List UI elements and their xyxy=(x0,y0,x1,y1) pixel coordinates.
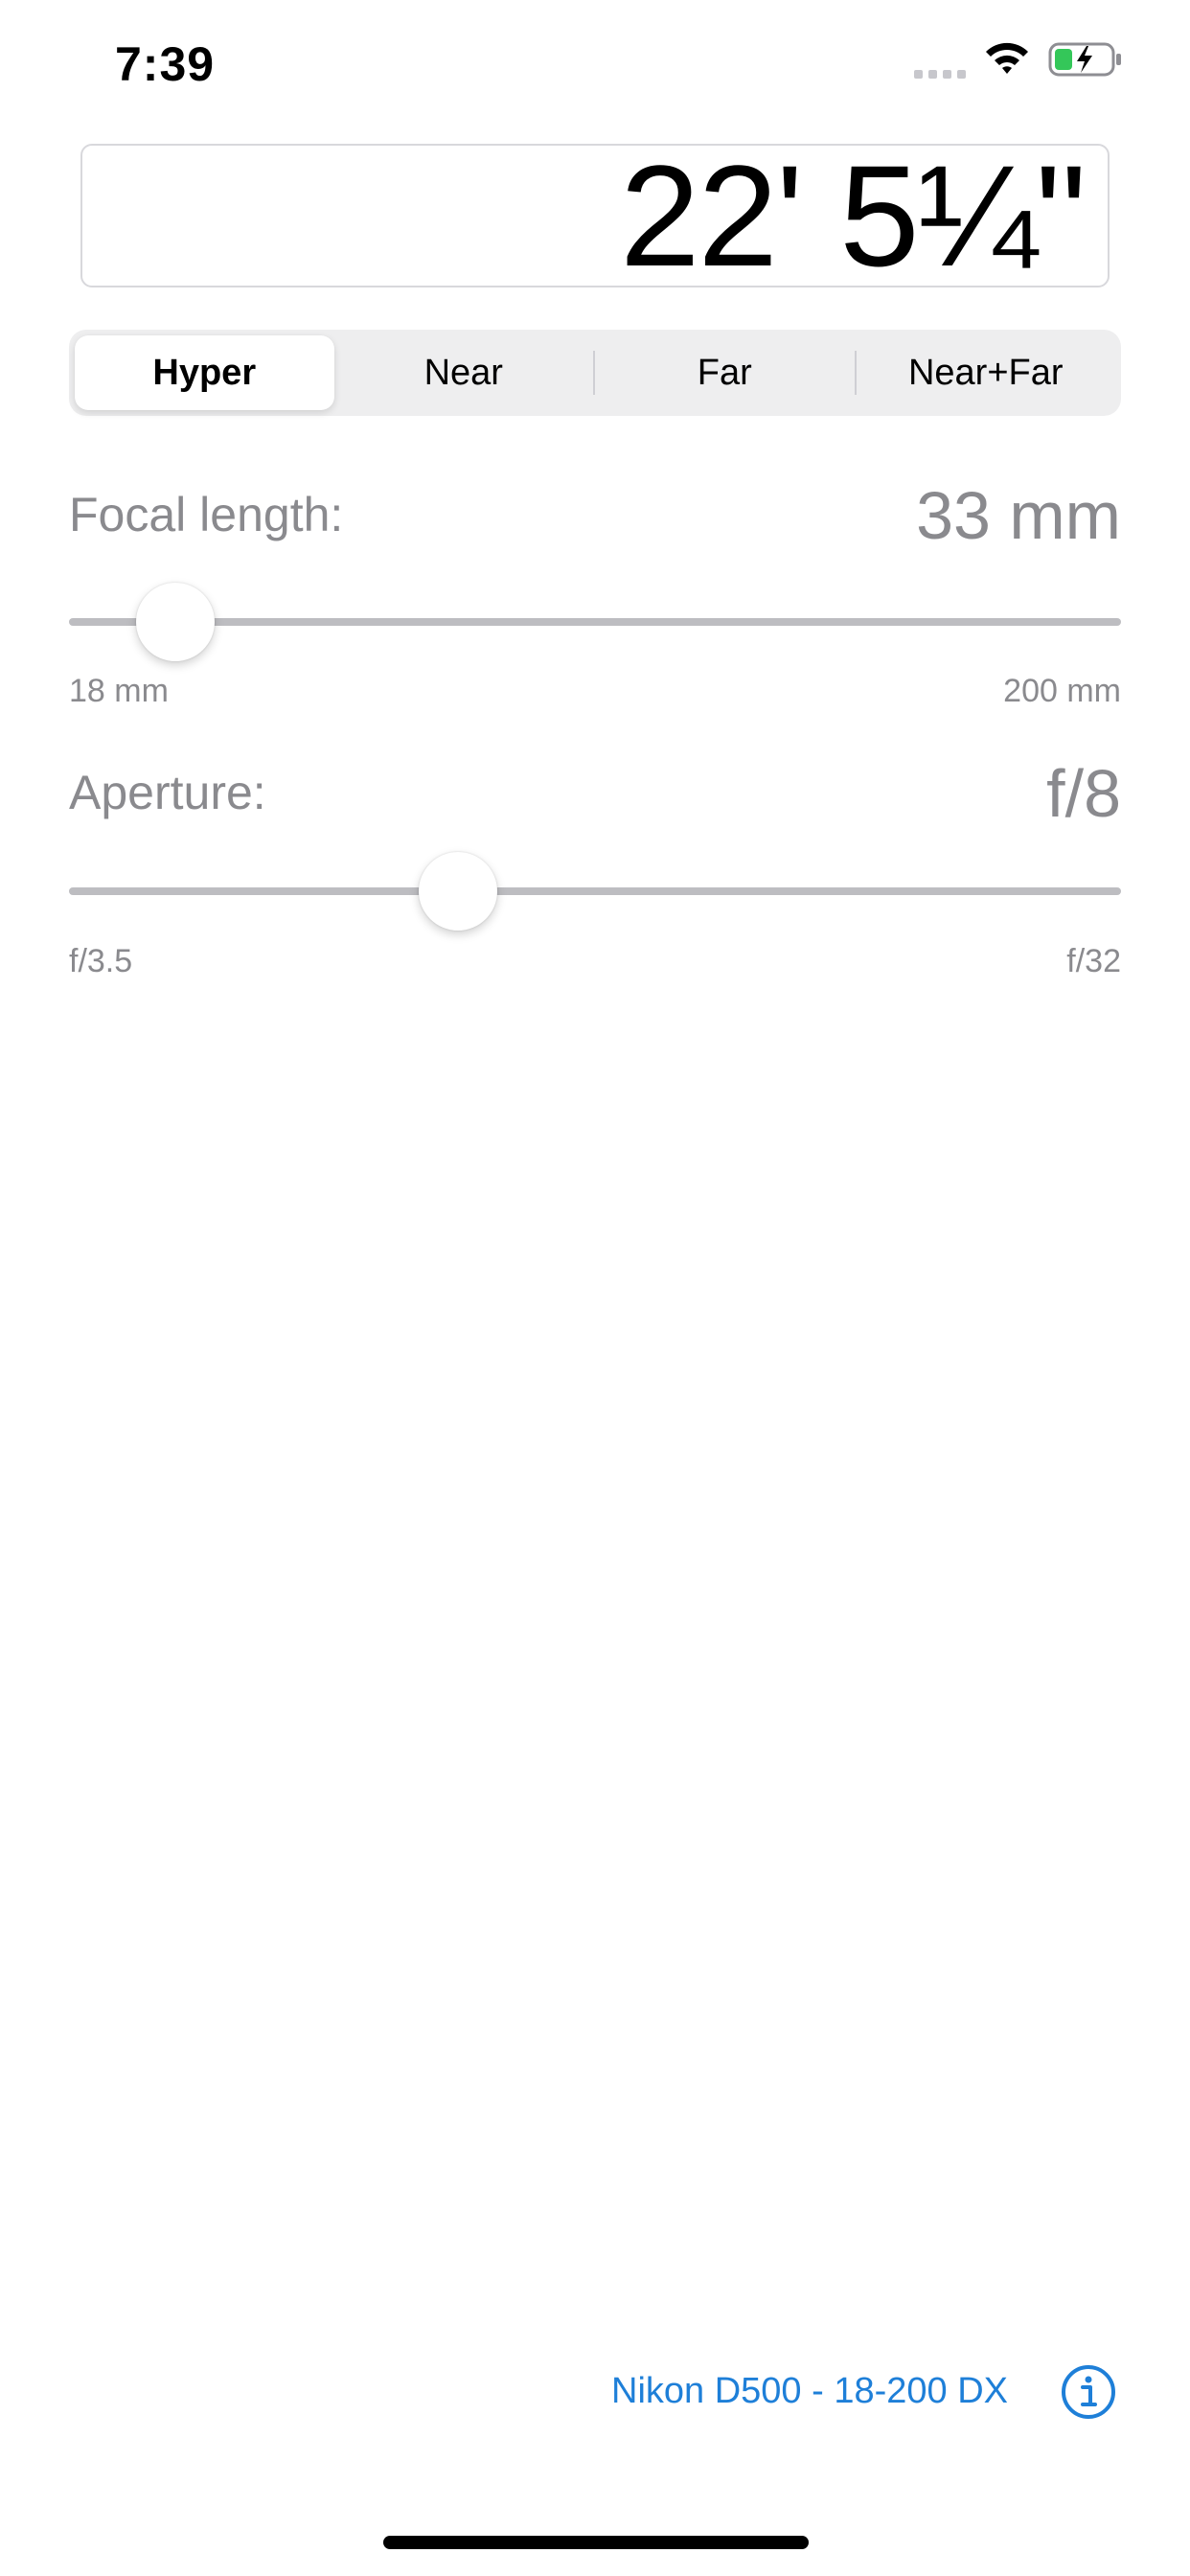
tab-label: Hyper xyxy=(152,352,257,393)
home-indicator xyxy=(383,2536,809,2549)
battery-charging-icon xyxy=(1048,42,1121,77)
aperture-label: Aperture: xyxy=(69,766,266,819)
result-display: 22' 5¼" xyxy=(80,144,1110,288)
tab-label: Near xyxy=(423,352,503,393)
camera-lens-selector-link[interactable]: Nikon D500 - 18-200 DX xyxy=(611,2371,1008,2412)
tab-near-far[interactable]: Near+Far xyxy=(857,335,1116,410)
info-icon[interactable] xyxy=(1060,2363,1117,2421)
hyperfocal-distance-value: 22' 5¼" xyxy=(620,135,1087,296)
focal-length-label: Focal length: xyxy=(69,488,344,541)
focal-length-value: 33 mm xyxy=(916,478,1121,553)
focal-length-min-label: 18 mm xyxy=(69,673,169,709)
status-icons xyxy=(914,40,1123,79)
tab-label: Near+Far xyxy=(907,352,1064,393)
tab-far[interactable]: Far xyxy=(595,335,855,410)
mode-segmented-control: Hyper Near Far Near+Far xyxy=(69,330,1121,416)
aperture-max-label: f/32 xyxy=(1066,943,1121,979)
wifi-icon xyxy=(986,42,1028,74)
signal-icon xyxy=(914,40,966,79)
aperture-value: f/8 xyxy=(1046,756,1121,831)
tab-hyper[interactable]: Hyper xyxy=(75,335,334,410)
aperture-slider[interactable] xyxy=(69,887,1121,895)
tab-near[interactable]: Near xyxy=(334,335,594,410)
tab-label: Far xyxy=(697,352,752,393)
focal-length-slider-thumb[interactable] xyxy=(136,583,216,661)
aperture-slider-thumb[interactable] xyxy=(419,852,498,931)
status-time: 7:39 xyxy=(115,37,216,91)
aperture-min-label: f/3.5 xyxy=(69,943,133,979)
depth-of-field-screen: 7:39 22' 5¼" Hyper Near Far Near+Far Foc… xyxy=(0,0,1190,2576)
focal-length-max-label: 200 mm xyxy=(1003,673,1121,709)
focal-length-slider[interactable] xyxy=(69,618,1121,626)
